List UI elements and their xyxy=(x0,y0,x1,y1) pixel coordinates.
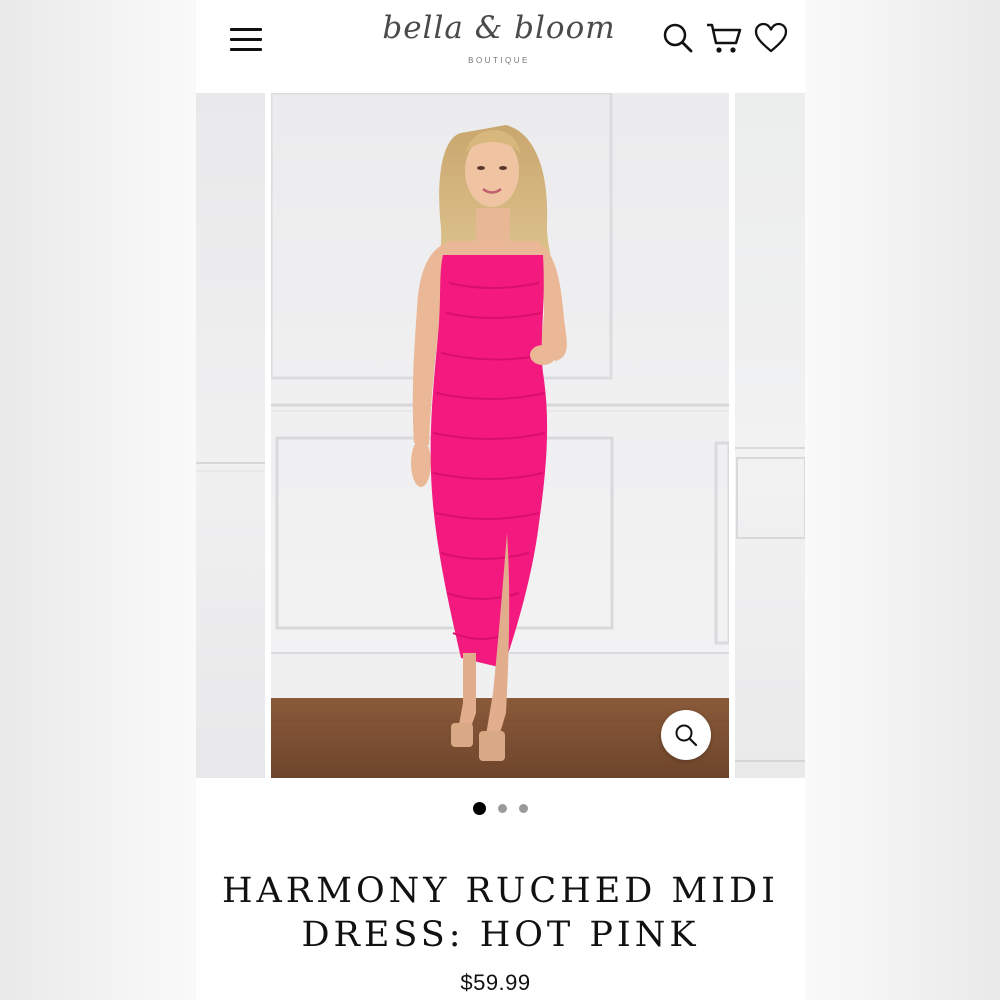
gallery-pagination xyxy=(196,800,805,816)
zoom-button[interactable] xyxy=(661,710,711,760)
cart-icon[interactable] xyxy=(706,22,742,56)
heart-icon[interactable] xyxy=(754,22,788,54)
product-title-line-1: HARMONY RUCHED MIDI xyxy=(222,871,779,912)
product-price: $59.99 xyxy=(460,970,531,995)
product-title-line-2: DRESS: HOT PINK xyxy=(301,915,700,956)
product-photo[interactable] xyxy=(271,93,729,778)
product-image-gallery[interactable] xyxy=(196,93,805,778)
brand-subtitle: BOUTIQUE xyxy=(468,56,530,65)
menu-icon[interactable] xyxy=(230,26,262,52)
product-title: HARMONY RUCHED MIDI DRESS: HOT PINK xyxy=(206,869,795,957)
site-header: bella & bloom BOUTIQUE xyxy=(196,0,805,93)
gallery-slide-previous[interactable] xyxy=(196,93,265,778)
gallery-dot-1[interactable] xyxy=(473,802,486,816)
gallery-dot-2[interactable] xyxy=(498,804,507,814)
gallery-dot-3[interactable] xyxy=(519,804,528,814)
brand-name: bella & bloom xyxy=(382,10,616,46)
product-page: bella & bloom BOUTIQUE HARMONY RUCHED MI… xyxy=(196,0,805,1000)
zoom-icon xyxy=(675,724,698,747)
gallery-slide-next[interactable] xyxy=(735,93,805,778)
search-icon[interactable] xyxy=(662,22,694,54)
brand-logo[interactable]: bella & bloom BOUTIQUE xyxy=(379,6,619,76)
